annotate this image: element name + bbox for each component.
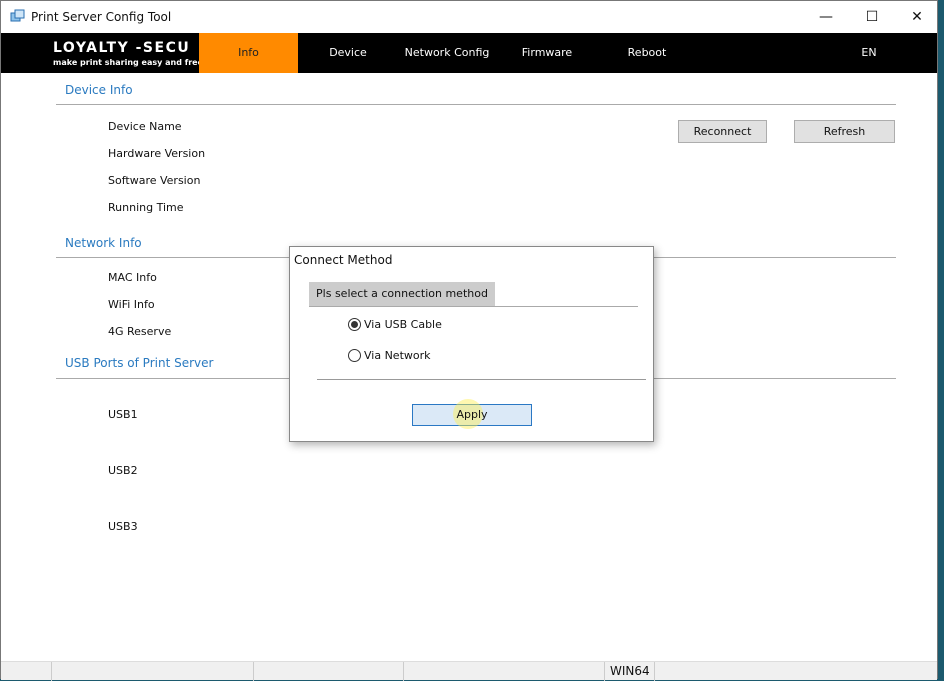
tab-firmware-upgrade[interactable]: Firmware Upgrade: [498, 33, 596, 99]
tab-reboot[interactable]: Reboot: [621, 33, 673, 73]
brand-tagline: make print sharing easy and free: [53, 58, 203, 67]
tab-info[interactable]: Info: [199, 33, 298, 73]
status-cell: [654, 662, 937, 681]
usb-ports-heading: USB Ports of Print Server: [65, 356, 214, 370]
usb3-label: USB3: [108, 520, 138, 533]
tab-device-parameter[interactable]: Device Parameter: [301, 33, 395, 99]
divider: [317, 379, 646, 380]
software-version-label: Software Version: [108, 174, 201, 187]
status-bar: WIN64: [1, 661, 937, 681]
status-cell: [403, 662, 604, 681]
connect-method-dialog: Connect Method Pls select a connection m…: [289, 246, 654, 442]
radio-via-usb-cable[interactable]: Via USB Cable: [348, 318, 442, 331]
close-button[interactable]: ✕: [894, 1, 940, 33]
device-info-heading: Device Info: [65, 83, 133, 97]
radio-label: Via USB Cable: [364, 318, 442, 331]
radio-checked-icon: [348, 318, 361, 331]
radio-via-network[interactable]: Via Network: [348, 349, 431, 362]
radio-unchecked-icon: [348, 349, 361, 362]
status-cell: [253, 662, 403, 681]
dialog-title: Connect Method: [294, 253, 393, 267]
title-bar: Print Server Config Tool — ☐ ✕: [1, 1, 937, 33]
group-label: Pls select a connection method: [309, 282, 495, 306]
apply-button[interactable]: Apply: [412, 399, 532, 429]
refresh-button[interactable]: Refresh: [794, 120, 895, 143]
brand-name: LOYALTY -SECU: [53, 40, 191, 56]
divider: [309, 306, 638, 307]
apply-label: Apply: [456, 408, 488, 421]
divider: [56, 104, 896, 105]
maximize-button[interactable]: ☐: [849, 1, 895, 33]
tab-network-config[interactable]: Network Config: [403, 33, 491, 73]
4g-reserve-label: 4G Reserve: [108, 325, 172, 338]
language-selector[interactable]: EN: [853, 33, 885, 73]
radio-label: Via Network: [364, 349, 431, 362]
wifi-info-label: WiFi Info: [108, 298, 155, 311]
usb1-label: USB1: [108, 408, 138, 421]
device-name-label: Device Name: [108, 120, 182, 133]
hardware-version-label: Hardware Version: [108, 147, 206, 160]
minimize-button[interactable]: —: [803, 1, 849, 33]
nav-bar: LOYALTY -SECU make print sharing easy an…: [1, 33, 937, 99]
status-cell: [51, 662, 253, 681]
platform-status: WIN64: [604, 662, 654, 681]
reconnect-button[interactable]: Reconnect: [678, 120, 767, 143]
usb2-label: USB2: [108, 464, 138, 477]
app-window: Print Server Config Tool — ☐ ✕ LOYALTY -…: [0, 0, 938, 681]
network-info-heading: Network Info: [65, 236, 142, 250]
brand-logo: LOYALTY -SECU make print sharing easy an…: [53, 40, 203, 67]
app-icon: [10, 9, 25, 22]
window-title: Print Server Config Tool: [31, 10, 172, 24]
running-time-label: Running Time: [108, 201, 184, 214]
mac-info-label: MAC Info: [108, 271, 157, 284]
